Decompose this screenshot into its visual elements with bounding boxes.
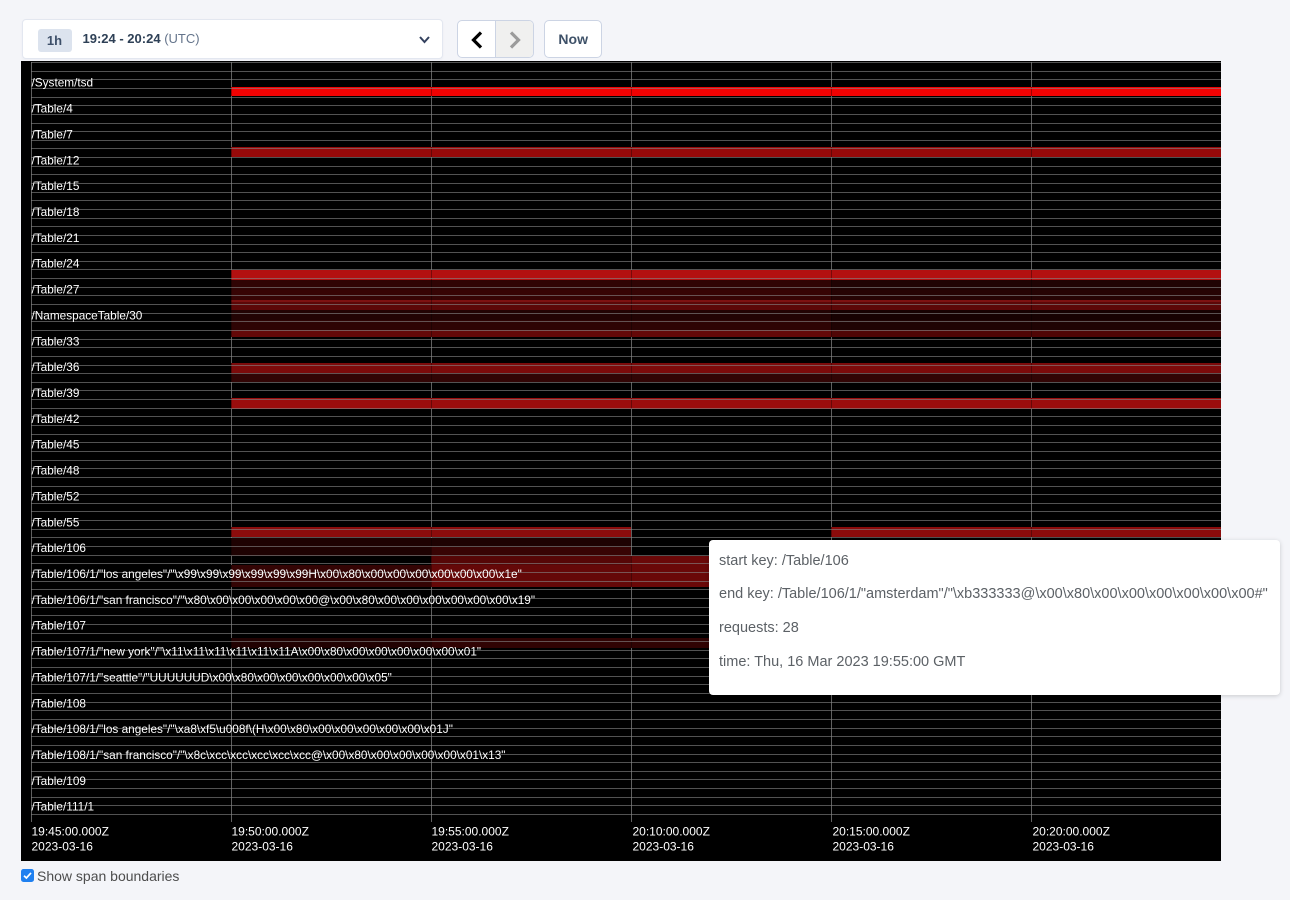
svg-text:19:45:00.000Z: 19:45:00.000Z [32,825,109,839]
svg-text:/Table/106: /Table/106 [32,541,87,555]
svg-text:/Table/42: /Table/42 [32,412,80,426]
svg-text:/Table/109: /Table/109 [32,774,86,788]
svg-text:/NamespaceTable/30: /NamespaceTable/30 [32,308,143,322]
svg-text:2023-03-16: 2023-03-16 [232,840,294,854]
svg-text:/System/tsd: /System/tsd [32,76,94,90]
svg-text:/Table/33: /Table/33 [32,334,80,348]
svg-text:/Table/52: /Table/52 [32,489,80,503]
svg-text:/Table/107: /Table/107 [32,619,86,633]
svg-text:/Table/108: /Table/108 [32,696,87,710]
svg-text:/Table/45: /Table/45 [32,438,80,452]
svg-text:/Table/111/1: /Table/111/1 [32,800,95,814]
svg-text:2023-03-16: 2023-03-16 [32,840,94,854]
svg-text:/Table/15: /Table/15 [32,179,80,193]
svg-text:/Table/18: /Table/18 [32,205,80,219]
svg-text:19:55:00.000Z: 19:55:00.000Z [432,825,509,839]
svg-text:/Table/21: /Table/21 [32,231,80,245]
svg-text:2023-03-16: 2023-03-16 [432,840,494,854]
svg-text:/Table/108/1/"los angeles"/"\x: /Table/108/1/"los angeles"/"\xa8\xf5\u00… [32,722,453,736]
svg-text:2023-03-16: 2023-03-16 [1033,840,1095,854]
svg-text:20:20:00.000Z: 20:20:00.000Z [1033,825,1110,839]
svg-text:/Table/27: /Table/27 [32,283,80,297]
svg-text:/Table/4: /Table/4 [32,102,74,116]
svg-text:20:15:00.000Z: 20:15:00.000Z [833,825,910,839]
svg-text:/Table/106/1/"san francisco"/": /Table/106/1/"san francisco"/"\x80\x00\x… [32,593,536,607]
svg-text:/Table/106/1/"los angeles"/"\x: /Table/106/1/"los angeles"/"\x99\x99\x99… [32,567,522,581]
svg-text:/Table/55: /Table/55 [32,515,80,529]
svg-text:2023-03-16: 2023-03-16 [633,840,695,854]
svg-text:20:10:00.000Z: 20:10:00.000Z [633,825,710,839]
svg-text:/Table/12: /Table/12 [32,153,80,167]
svg-text:/Table/108/1/"san francisco"/": /Table/108/1/"san francisco"/"\x8c\xcc\x… [32,748,506,762]
svg-text:/Table/39: /Table/39 [32,386,80,400]
svg-text:19:50:00.000Z: 19:50:00.000Z [232,825,309,839]
svg-text:/Table/107/1/"new york"/"\x11\: /Table/107/1/"new york"/"\x11\x11\x11\x1… [32,645,482,659]
svg-text:/Table/36: /Table/36 [32,360,80,374]
svg-text:/Table/7: /Table/7 [32,127,73,141]
svg-text:/Table/48: /Table/48 [32,464,80,478]
svg-text:/Table/24: /Table/24 [32,257,80,271]
svg-text:/Table/107/1/"seattle"/"UUUUUU: /Table/107/1/"seattle"/"UUUUUUD\x00\x80\… [32,670,392,684]
svg-text:2023-03-16: 2023-03-16 [833,840,895,854]
